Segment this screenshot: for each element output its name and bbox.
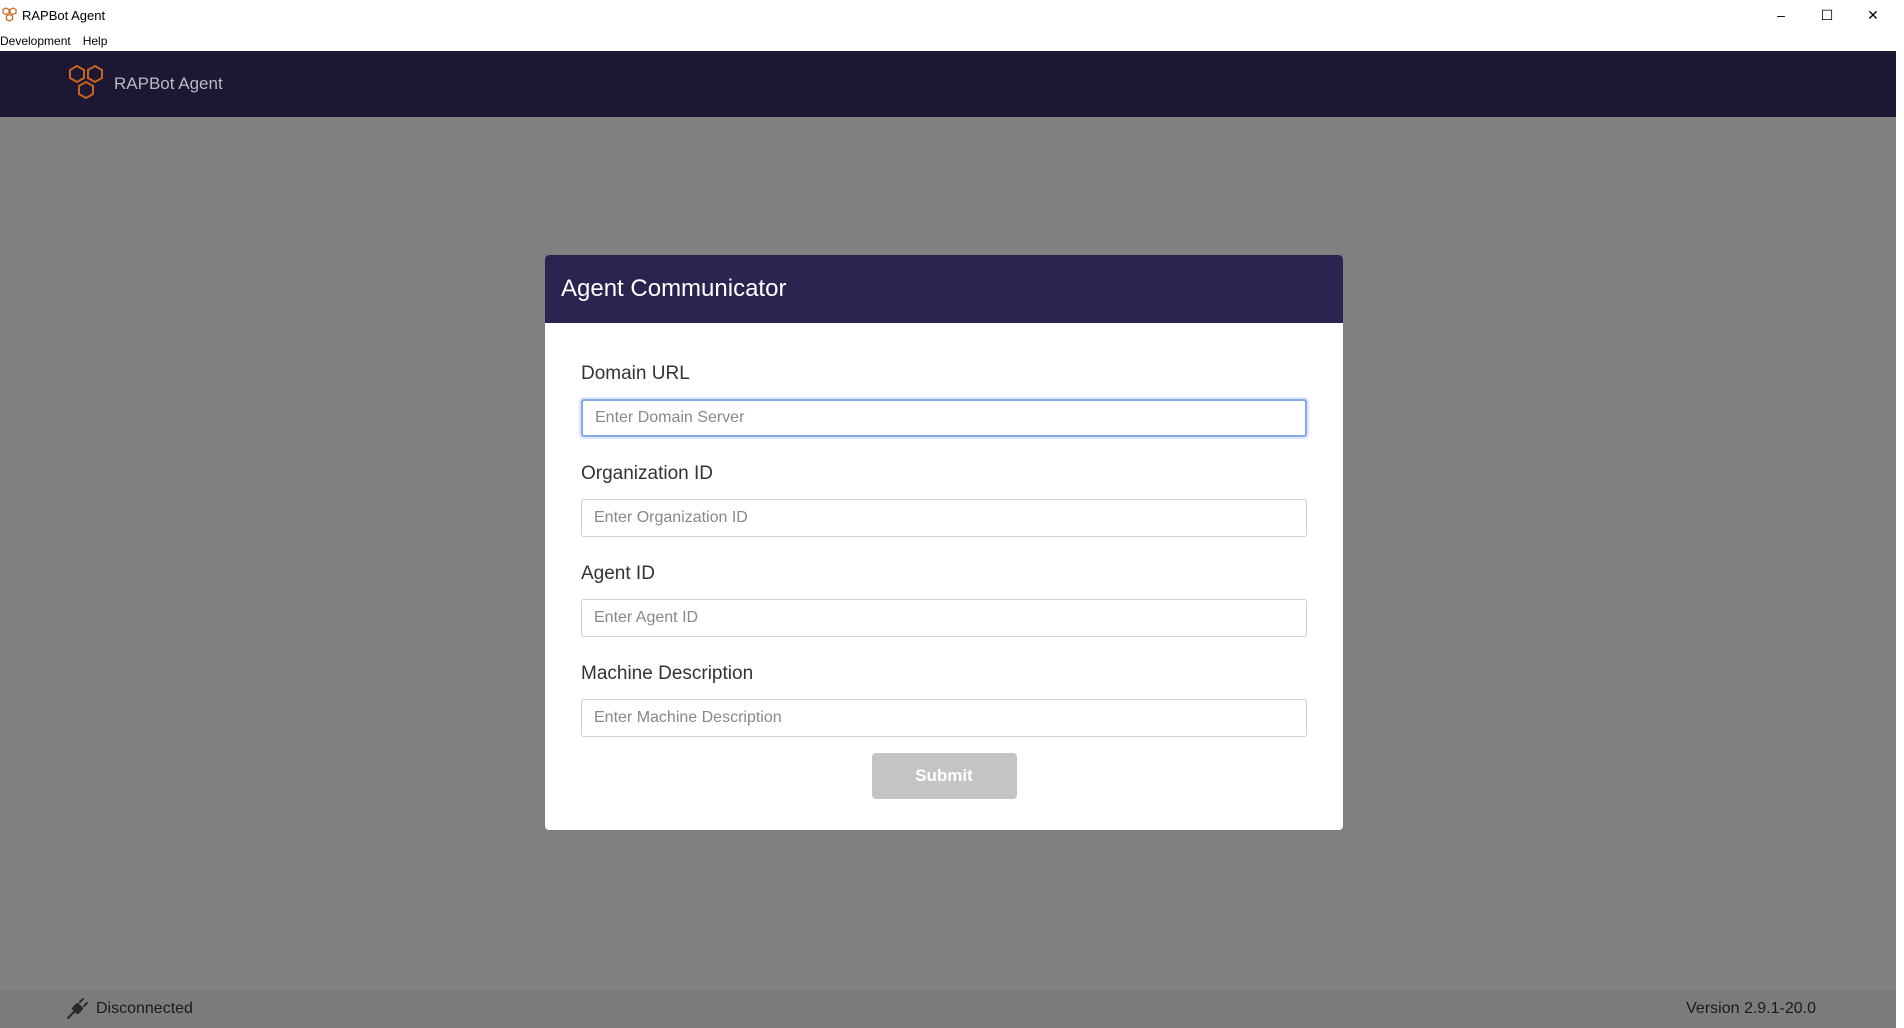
agent-id-label: Agent ID [581,563,655,584]
menu-development[interactable]: Development [0,34,77,48]
menu-help[interactable]: Help [83,34,114,48]
brand-name: RAPBot Agent [114,74,223,93]
app-logo-icon [1,6,19,24]
minimize-button[interactable]: – [1758,0,1804,30]
dialog-form: Domain URL Organization ID Agent ID Mach… [545,323,1343,799]
submit-row: Submit [581,753,1307,799]
dialog-title: Agent Communicator [561,275,787,302]
app-header: RAPBot Agent [0,51,1896,117]
dialog-header: Agent Communicator [545,255,1343,323]
domain-url-input[interactable] [581,399,1307,437]
menu-bar: Development Help [0,30,1896,51]
agent-id-input[interactable] [581,599,1307,637]
hexagon-cluster-icon [64,62,108,106]
organization-id-input[interactable] [581,499,1307,537]
domain-url-label: Domain URL [581,363,690,384]
organization-id-label: Organization ID [581,463,714,484]
plug-icon [66,998,88,1020]
submit-button[interactable]: Submit [871,753,1017,799]
title-bar: RAPBot Agent – ☐ ✕ [0,0,1896,30]
window-controls: – ☐ ✕ [1758,0,1896,30]
close-button[interactable]: ✕ [1850,0,1896,30]
machine-description-input[interactable] [581,699,1307,737]
version-label: Version 2.9.1-20.0 [1686,1000,1816,1017]
window-edge [1896,0,1904,1028]
connection-status: Disconnected [96,1000,193,1017]
maximize-button[interactable]: ☐ [1804,0,1850,30]
machine-description-label: Machine Description [581,663,754,684]
app-window: RAPBot Agent – ☐ ✕ Development Help RAPB… [0,0,1904,1028]
status-bar: Disconnected Version 2.9.1-20.0 [0,990,1896,1028]
window-title: RAPBot Agent [22,7,106,23]
agent-communicator-dialog: Agent Communicator Domain URL Organizati… [545,255,1343,830]
